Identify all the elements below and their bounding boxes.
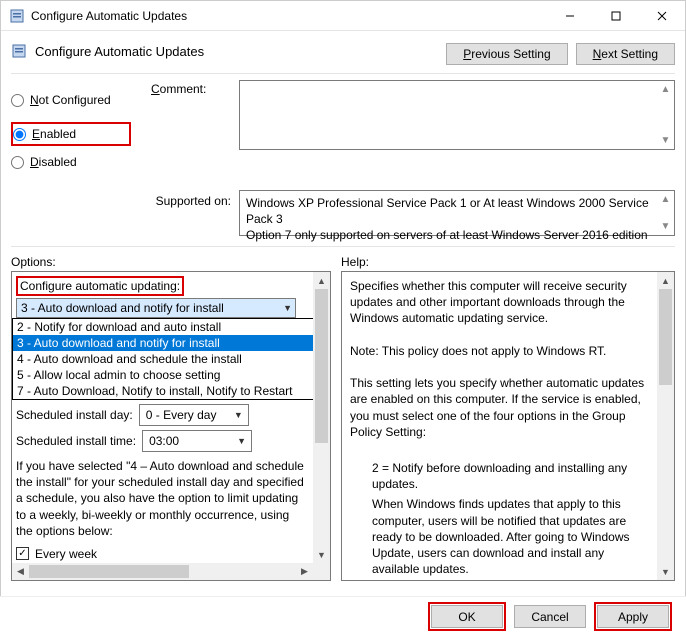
chevron-down-icon: ▼ [234,410,243,420]
help-text: 2 = Notify before downloading and instal… [350,460,651,492]
chevron-down-icon: ▼ [237,436,246,446]
app-icon [9,8,25,24]
configure-updating-dropdown[interactable]: 2 - Notify for download and auto install… [12,318,313,400]
close-button[interactable] [639,1,685,31]
options-hscrollbar[interactable]: ◀▶ [12,563,313,580]
sched-time-select[interactable]: 03:00 ▼ [142,430,252,452]
radio-enabled[interactable]: Enabled [13,127,76,141]
ok-button[interactable]: OK [431,605,503,628]
help-text: Specifies whether this computer will rec… [350,278,651,327]
configure-updating-label: Configure automatic updating: [16,276,184,296]
help-text: Note: This policy does not apply to Wind… [350,343,651,359]
help-vscrollbar[interactable]: ▲▼ [657,272,674,580]
maximize-button[interactable] [593,1,639,31]
page-title: Configure Automatic Updates [35,44,204,59]
supported-on-text: Windows XP Professional Service Pack 1 o… [239,190,675,236]
options-pane: Configure automatic updating: 3 - Auto d… [11,271,331,581]
sched-day-select[interactable]: 0 - Every day ▼ [139,404,249,426]
supported-on-label: Supported on: [11,190,239,236]
chevron-down-icon: ▼ [283,303,292,313]
previous-setting-button[interactable]: Previous Setting [446,43,567,65]
radio-not-configured[interactable]: Not Configured [11,88,151,112]
minimize-button[interactable] [547,1,593,31]
cancel-button[interactable]: Cancel [514,605,586,628]
comment-input[interactable]: ▲▼ [239,80,675,150]
policy-icon [11,43,27,59]
supported-scrollbar[interactable]: ▲▼ [657,191,674,235]
window-title: Configure Automatic Updates [31,9,547,23]
next-setting-button[interactable]: Next Setting [576,43,675,65]
radio-disabled[interactable]: Disabled [11,150,151,174]
dropdown-option[interactable]: 2 - Notify for download and auto install [13,319,313,335]
help-text: When Windows finds updates that apply to… [350,496,651,577]
comment-label: Comment: [151,80,239,184]
options-label: Options: [11,255,341,269]
every-week-checkbox[interactable]: ✓ Every week [16,547,309,561]
configure-updating-combo[interactable]: 3 - Auto download and notify for install… [16,298,296,318]
help-pane: Specifies whether this computer will rec… [341,271,675,581]
dropdown-option[interactable]: 5 - Allow local admin to choose setting [13,367,313,383]
checkbox-icon: ✓ [16,547,29,560]
sched-day-label: Scheduled install day: [16,408,133,422]
apply-button[interactable]: Apply [597,605,669,628]
dropdown-option[interactable]: 7 - Auto Download, Notify to install, No… [13,383,313,399]
dropdown-option[interactable]: 4 - Auto download and schedule the insta… [13,351,313,367]
dropdown-option[interactable]: 3 - Auto download and notify for install [13,335,313,351]
sched-time-label: Scheduled install time: [16,434,136,448]
options-paragraph: If you have selected "4 – Auto download … [16,458,309,539]
help-label: Help: [341,255,369,269]
comment-scrollbar[interactable]: ▲▼ [657,81,674,149]
options-vscrollbar[interactable]: ▲▼ [313,272,330,563]
help-text: This setting lets you specify whether au… [350,375,651,440]
